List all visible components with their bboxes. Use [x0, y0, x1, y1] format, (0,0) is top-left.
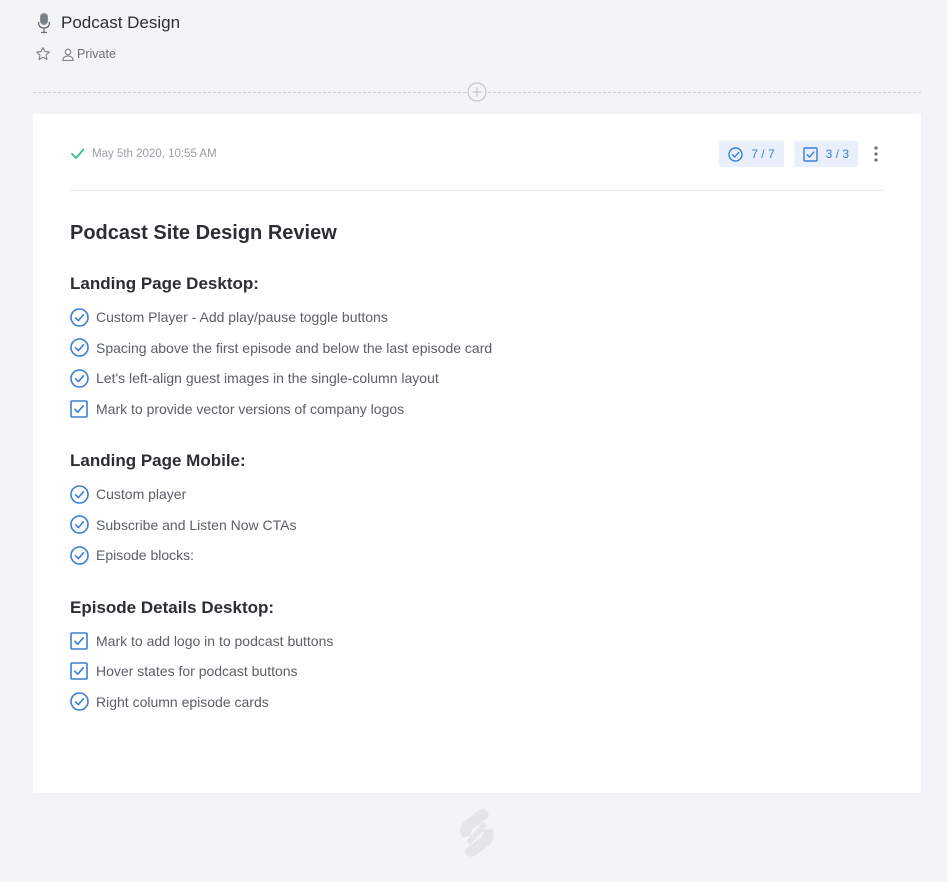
user-icon [62, 48, 74, 61]
checklist-item[interactable]: Right column episode cards [70, 687, 492, 718]
microphone-icon [35, 12, 53, 34]
checklist-item[interactable]: Custom player [70, 479, 492, 510]
checklist-item[interactable]: Subscribe and Listen Now CTAs [70, 510, 492, 541]
checklist-item-text: Subscribe and Listen Now CTAs [96, 516, 297, 533]
checkbox-checked-icon[interactable] [70, 399, 88, 418]
section-heading: Landing Page Mobile: [70, 451, 246, 470]
circle-check-icon [728, 146, 743, 162]
checklist-item[interactable]: Mark to provide vector versions of compa… [70, 394, 492, 425]
checkbox-count: 3 / 3 [825, 147, 849, 161]
checklist-item[interactable]: Let's left-align guest images in the sin… [70, 363, 492, 394]
checklist-item-text: Mark to add logo in to podcast buttons [96, 632, 334, 649]
circle-check-icon[interactable] [70, 338, 89, 358]
checklist-item[interactable]: Episode blocks: [70, 540, 492, 571]
checklist-item-text: Custom Player - Add play/pause toggle bu… [96, 309, 388, 326]
checklist-item-text: Hover states for podcast buttons [96, 663, 298, 680]
checkbox-checked-icon[interactable] [70, 662, 88, 681]
visibility-label[interactable]: Private [77, 47, 116, 61]
kebab-menu-icon [874, 146, 878, 162]
add-entry-button[interactable] [466, 81, 488, 103]
checklist-item[interactable]: Spacing above the first episode and belo… [70, 333, 492, 364]
section-heading: Landing Page Desktop: [70, 274, 259, 293]
circle-check-icon[interactable] [70, 545, 89, 565]
checklist-item[interactable]: Hover states for podcast buttons [70, 656, 492, 687]
app-logo [452, 807, 502, 859]
checklist-item-text: Right column episode cards [96, 693, 269, 710]
circle-check-icon[interactable] [70, 307, 89, 327]
check-icon [70, 146, 85, 161]
document-title: Podcast Site Design Review [70, 222, 337, 244]
circle-check-icon[interactable] [70, 515, 89, 535]
checkbox-count-badge[interactable]: 3 / 3 [793, 141, 858, 167]
card-divider [70, 190, 884, 191]
checklist-item-text: Custom player [96, 486, 187, 503]
checklist-item-text: Mark to provide vector versions of compa… [96, 400, 405, 417]
circle-check-icon[interactable] [70, 368, 89, 388]
checklist-item-text: Episode blocks: [96, 547, 195, 564]
todo-count-badge[interactable]: 7 / 7 [719, 141, 784, 167]
circle-check-icon[interactable] [70, 484, 89, 504]
todo-count: 7 / 7 [751, 147, 775, 161]
more-options-button[interactable] [868, 144, 884, 164]
star-icon[interactable] [35, 46, 51, 62]
page-header: Podcast Design Private [35, 12, 180, 62]
checkbox-icon [802, 146, 818, 162]
plus-circle-icon [467, 82, 487, 102]
page-title: Podcast Design [61, 13, 181, 32]
checkbox-checked-icon[interactable] [70, 631, 88, 650]
document-content: Podcast Site Design Review Landing Page … [70, 222, 492, 717]
checklist-item[interactable]: Mark to add logo in to podcast buttons [70, 626, 492, 657]
section-heading: Episode Details Desktop: [70, 597, 275, 617]
entry-card: May 5th 2020, 10:55 AM 7 / 7 3 / 3 Podca… [33, 114, 921, 793]
circle-check-icon[interactable] [70, 692, 89, 712]
entry-timestamp: May 5th 2020, 10:55 AM [70, 146, 217, 161]
checklist-item[interactable]: Custom Player - Add play/pause toggle bu… [70, 302, 492, 333]
checklist-item-text: Spacing above the first episode and belo… [96, 339, 493, 356]
timestamp-text: May 5th 2020, 10:55 AM [92, 147, 217, 160]
checklist-item-text: Let's left-align guest images in the sin… [96, 370, 439, 387]
